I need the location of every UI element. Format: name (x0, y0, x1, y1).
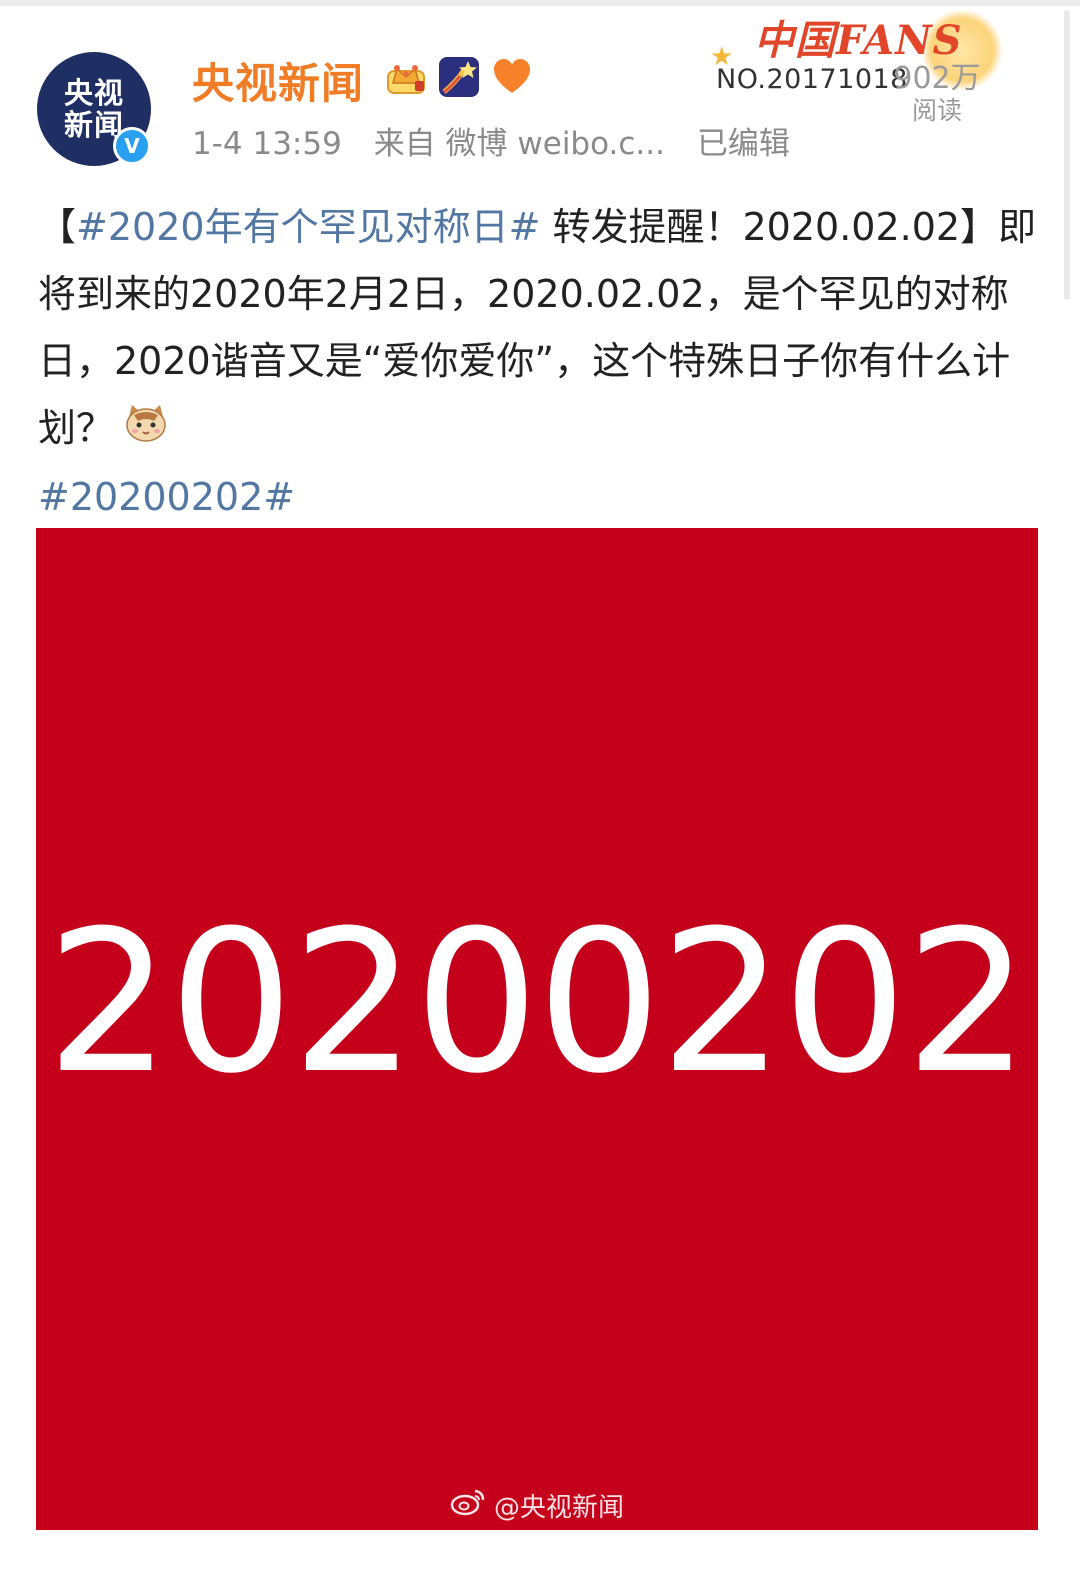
post-text: 【#2020年有个罕见对称日# 转发提醒！2020.02.02】即将到来的202… (38, 194, 1038, 531)
fans-badge-number: NO.20171018 (716, 64, 908, 95)
shooting-star-badge-icon[interactable] (437, 55, 481, 99)
cat-emoji-icon (124, 397, 168, 464)
fans-badge-title: 中国FANS (754, 17, 963, 64)
verified-icon: V (113, 127, 151, 165)
edited-label[interactable]: 已编辑 (697, 126, 790, 162)
weibo-post-screen: 央视 新闻 V 央视新闻 1-4 13:59 来自 微博 weibo.c... … (0, 0, 1080, 1578)
scrollbar[interactable] (1064, 10, 1070, 300)
heart-badge-icon[interactable] (490, 55, 534, 99)
image-watermark: @央视新闻 (36, 1487, 1038, 1524)
weibo-logo-icon (450, 1488, 486, 1523)
topic-link-20200202[interactable]: #20200202# (38, 475, 295, 519)
image-date-text: 20200202 (46, 889, 1030, 1117)
read-count-value: 902万 (893, 61, 981, 96)
topic-link-symmetric-day[interactable]: #2020年有个罕见对称日# (76, 205, 540, 249)
post-image[interactable]: 20200202 @央视新闻 (36, 528, 1038, 1530)
post-source[interactable]: 来自 微博 weibo.c... (374, 126, 665, 162)
crown-badge-icon[interactable] (384, 55, 428, 99)
bracket-open: 【 (38, 205, 77, 249)
read-count: 902万 阅读 (882, 62, 992, 126)
username[interactable]: 央视新闻 (192, 50, 364, 111)
read-count-label: 阅读 (911, 96, 962, 125)
post-time: 1-4 13:59 (192, 126, 342, 162)
post-meta: 1-4 13:59 来自 微博 weibo.c... 已编辑 (192, 118, 812, 163)
watermark-text: @央视新闻 (493, 1493, 624, 1523)
avatar-line-1: 央视 (63, 76, 124, 110)
